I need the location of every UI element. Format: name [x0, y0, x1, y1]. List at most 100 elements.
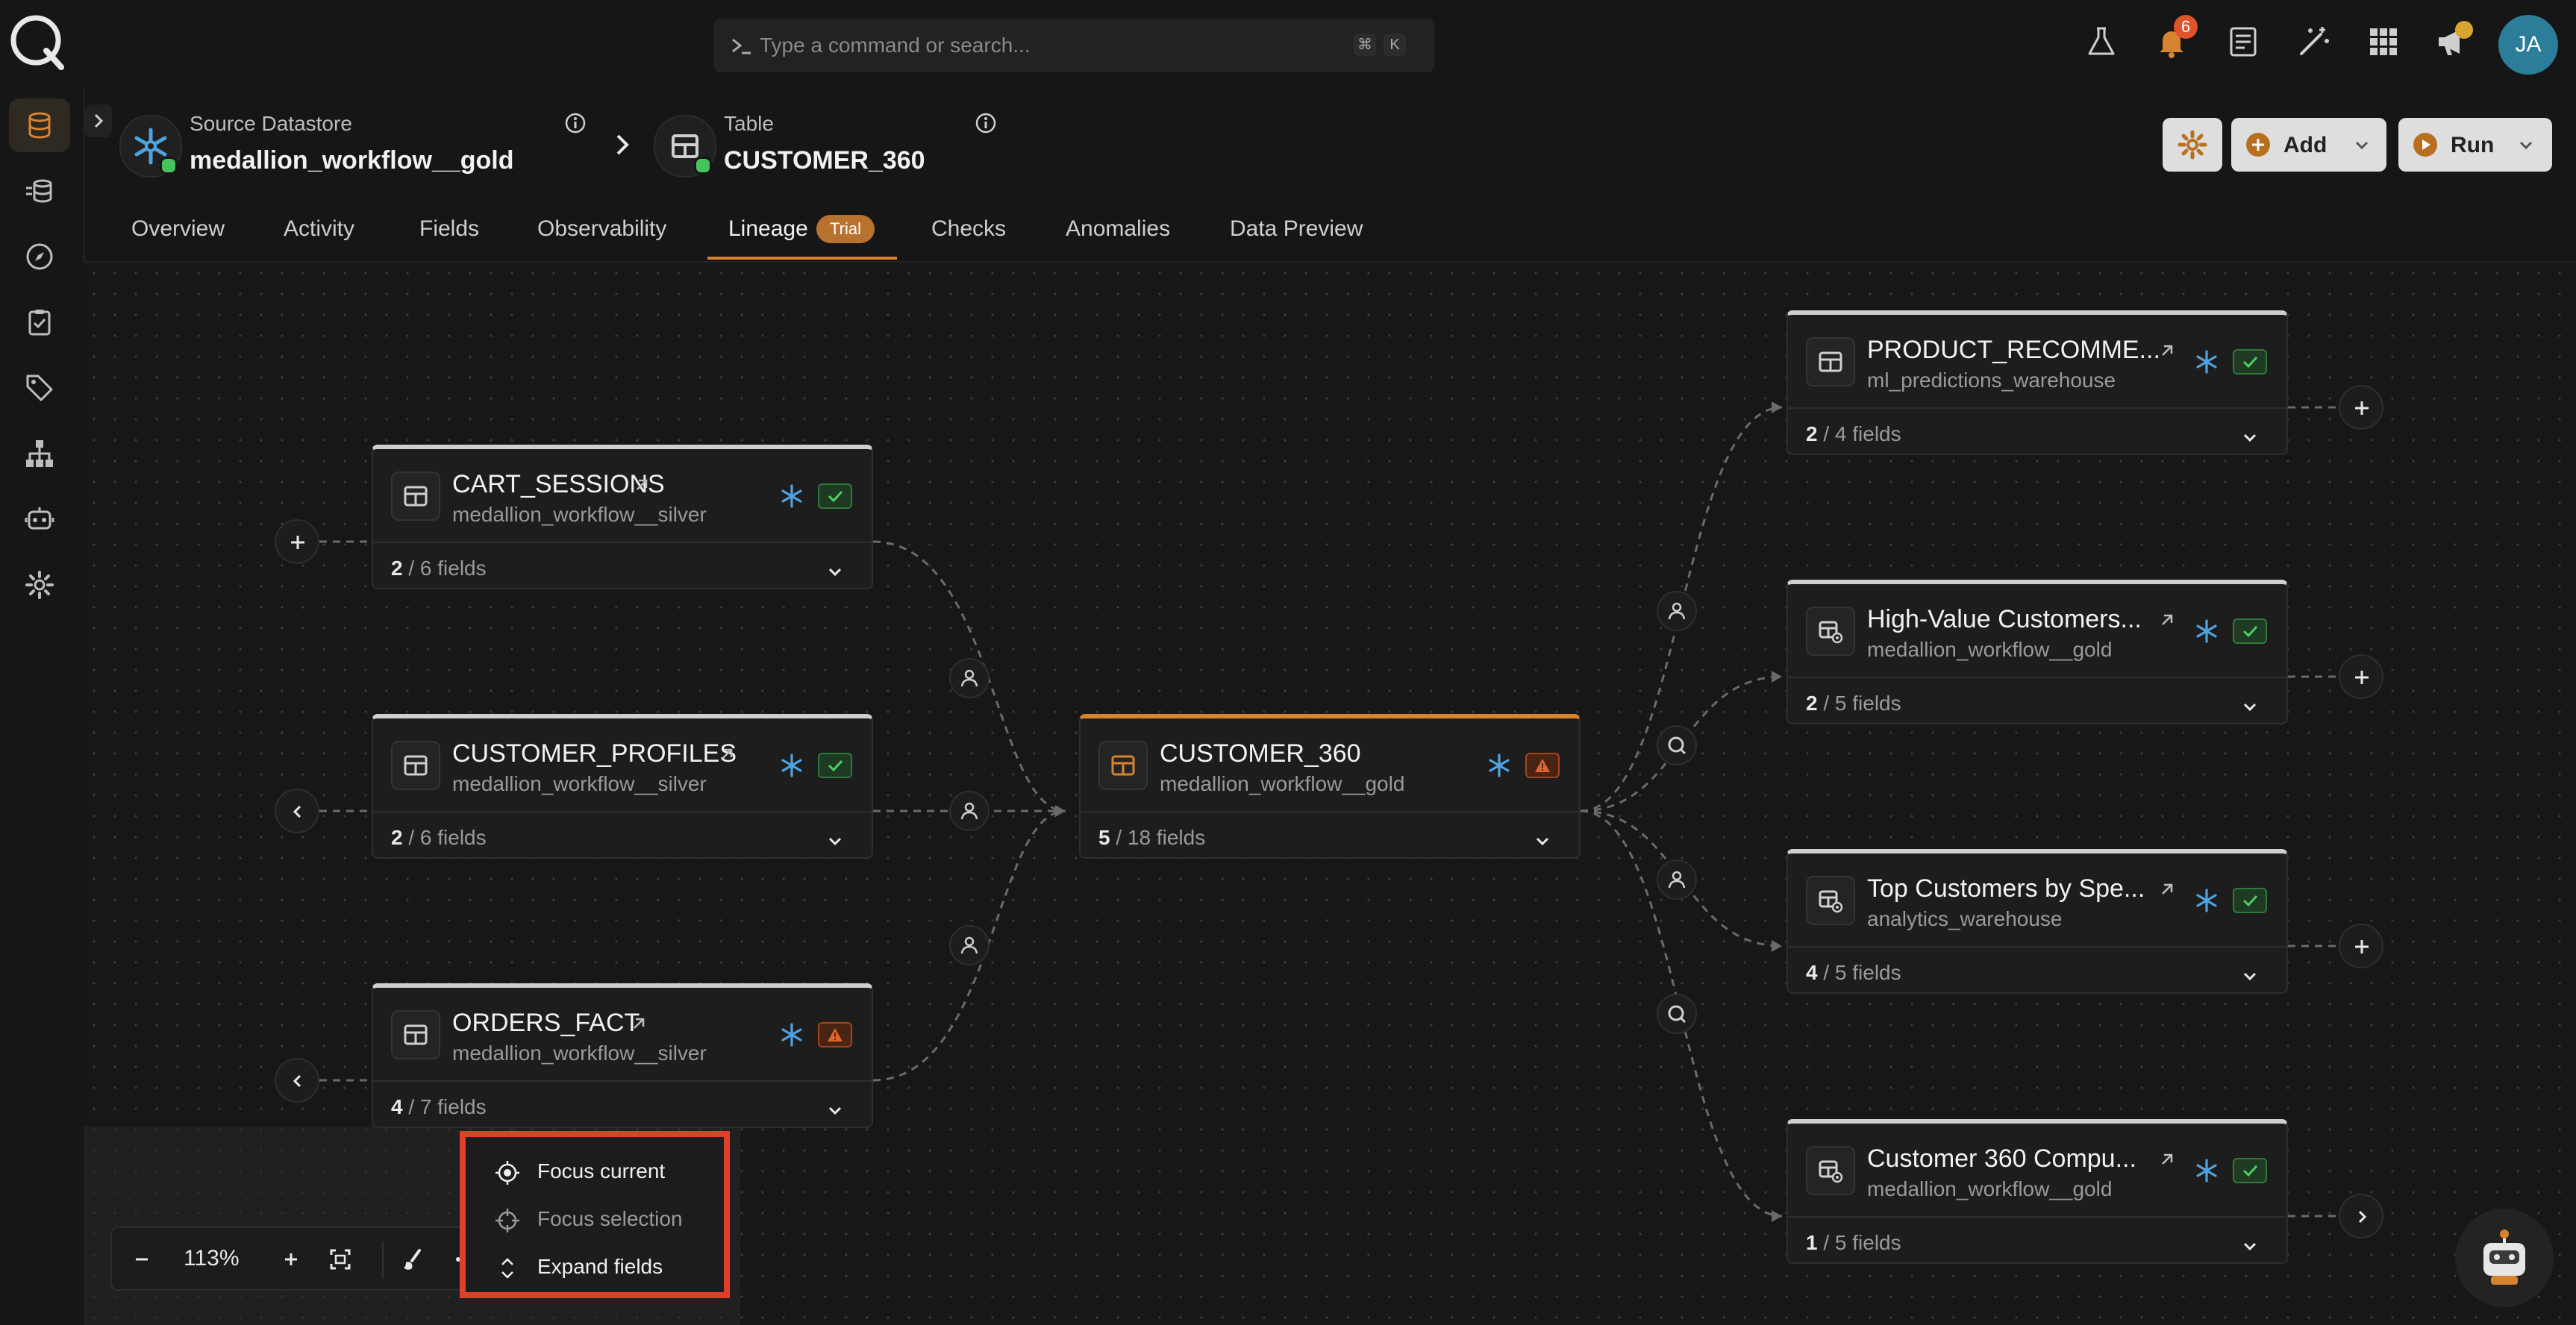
check-status-icon	[818, 753, 852, 778]
settings-button[interactable]	[2163, 118, 2222, 172]
tab-lineage[interactable]: Lineage	[728, 216, 808, 242]
chevron-down-icon[interactable]	[824, 561, 846, 583]
command-search-bar[interactable]: Type a command or search... ⌘ K	[713, 19, 1434, 72]
user-avatar[interactable]: JA	[2498, 15, 2558, 75]
lineage-node-upstream[interactable]: CART_SESSIONS medallion_workflow__silver 2…	[372, 445, 873, 589]
open-link-icon[interactable]	[628, 1013, 649, 1034]
open-link-icon[interactable]	[631, 474, 652, 495]
lineage-user-badge[interactable]	[1657, 859, 1697, 900]
sidebar-item-enrichment[interactable]	[9, 164, 70, 218]
snowflake-icon	[2194, 618, 2219, 644]
fields-total: / 5 fields	[1817, 1231, 1901, 1254]
open-link-icon[interactable]	[2157, 1149, 2178, 1170]
expand-downstream-button[interactable]	[2339, 385, 2383, 430]
tab-observability[interactable]: Observability	[537, 216, 666, 242]
run-button[interactable]: Run	[2398, 118, 2552, 172]
lineage-node-upstream[interactable]: CUSTOMER_PROFILES medallion_workflow__sil…	[372, 714, 873, 859]
notification-count-badge: 6	[2174, 15, 2198, 39]
zoom-out-icon[interactable]	[125, 1243, 158, 1276]
node-fields-count: 5 / 18 fields	[1098, 826, 1205, 850]
user-icon	[960, 936, 978, 954]
expand-downstream-button[interactable]	[2339, 654, 2383, 699]
fields-total: / 6 fields	[402, 557, 487, 580]
sidebar-item-tags[interactable]	[9, 361, 70, 415]
open-link-icon[interactable]	[2157, 340, 2178, 361]
chevron-down-icon[interactable]	[2239, 965, 2261, 988]
lineage-user-badge[interactable]	[949, 791, 990, 831]
tag-icon	[26, 375, 53, 401]
sidebar-item-agent[interactable]	[9, 492, 70, 546]
info-icon[interactable]	[564, 112, 587, 134]
lineage-canvas[interactable]: CART_SESSIONS medallion_workflow__silver 2…	[84, 263, 2576, 1325]
collapse-downstream-button[interactable]	[2339, 1194, 2383, 1238]
magic-wand-icon[interactable]	[2295, 24, 2331, 60]
document-icon[interactable]	[2225, 24, 2261, 60]
compass-icon	[26, 243, 53, 270]
app-logo[interactable]	[7, 12, 67, 72]
chevron-down-icon[interactable]	[2239, 427, 2261, 449]
sidebar-item-explore[interactable]	[9, 230, 70, 284]
node-datastore: medallion_workflow__silver	[452, 772, 707, 795]
chevron-down-icon[interactable]	[2239, 696, 2261, 718]
fit-view-icon[interactable]	[324, 1243, 357, 1276]
open-link-icon[interactable]	[716, 744, 737, 765]
datastore-name[interactable]: medallion_workflow__gold	[190, 146, 514, 175]
lineage-node-current[interactable]: CUSTOMER_360 medallion_workflow__gold 5 / …	[1079, 714, 1581, 859]
check-status-icon	[2233, 618, 2267, 644]
lineage-user-badge[interactable]	[1657, 591, 1697, 631]
node-fields-count: 4 / 5 fields	[1806, 961, 1901, 985]
chevron-down-icon[interactable]	[1531, 830, 1554, 853]
sidebar-expand-button[interactable]	[85, 104, 112, 137]
fields-total: / 4 fields	[1817, 422, 1901, 445]
lineage-node-downstream[interactable]: High-Value Customers... medallion_workflo…	[1786, 580, 2288, 724]
sidebar-item-hierarchy[interactable]	[9, 427, 70, 480]
sidebar-item-datastores[interactable]	[9, 98, 70, 152]
chevron-right-icon	[2358, 1210, 2367, 1224]
expand-downstream-button[interactable]	[2339, 924, 2383, 968]
expand-upstream-button[interactable]	[275, 519, 319, 564]
table-icon	[391, 741, 440, 790]
lineage-user-badge[interactable]	[949, 658, 990, 698]
open-link-icon[interactable]	[2157, 879, 2178, 900]
assistant-bot-button[interactable]	[2455, 1209, 2554, 1307]
chevron-down-icon[interactable]	[824, 1100, 846, 1122]
node-title: Top Customers by Spe...	[1867, 874, 2145, 903]
tab-checks[interactable]: Checks	[931, 216, 1006, 242]
lineage-qualytics-badge[interactable]	[1657, 725, 1697, 765]
user-icon	[1668, 602, 1686, 620]
plus-icon	[2355, 671, 2369, 684]
tab-fields[interactable]: Fields	[419, 216, 479, 242]
add-button[interactable]: Add	[2231, 118, 2386, 172]
collapse-upstream-button[interactable]	[275, 789, 319, 833]
brush-icon[interactable]	[397, 1243, 430, 1276]
chevron-down-icon[interactable]	[2239, 1235, 2261, 1258]
lineage-node-downstream[interactable]: Customer 360 Compu... medallion_workflow_…	[1786, 1119, 2288, 1264]
info-icon[interactable]	[975, 112, 997, 134]
node-divider	[1788, 946, 2286, 947]
lineage-node-downstream[interactable]: PRODUCT_RECOMME... ml_predictions_warehou…	[1786, 310, 2288, 455]
lineage-qualytics-badge[interactable]	[1657, 994, 1697, 1034]
open-link-icon[interactable]	[2157, 610, 2178, 630]
sidebar-item-settings[interactable]	[9, 558, 70, 612]
chevron-down-icon[interactable]	[824, 830, 846, 853]
apps-grid-icon[interactable]	[2366, 24, 2401, 60]
tab-activity[interactable]: Activity	[284, 216, 354, 242]
sidebar-item-checks[interactable]	[9, 295, 70, 349]
check-status-icon	[818, 483, 852, 509]
lineage-node-upstream[interactable]: ORDERS_FACT medallion_workflow__silver 4 /…	[372, 983, 873, 1128]
fields-total: / 6 fields	[402, 826, 487, 849]
fields-shown: 4	[391, 1095, 403, 1118]
node-datastore: medallion_workflow__silver	[452, 1041, 707, 1065]
flask-icon[interactable]	[2083, 24, 2119, 60]
lineage-node-downstream[interactable]: Top Customers by Spe... analytics_warehou…	[1786, 849, 2288, 994]
zoom-toolbar-divider	[382, 1241, 384, 1279]
zoom-in-icon[interactable]	[275, 1243, 307, 1276]
tab-data-preview[interactable]: Data Preview	[1230, 216, 1363, 242]
collapse-upstream-button[interactable]	[275, 1058, 319, 1103]
chevron-down-icon	[2355, 141, 2369, 150]
tab-overview[interactable]: Overview	[131, 216, 225, 242]
expand-vertical-icon	[501, 1258, 513, 1279]
tab-anomalies[interactable]: Anomalies	[1066, 216, 1170, 242]
lineage-user-badge[interactable]	[949, 925, 990, 965]
add-button-label: Add	[2283, 133, 2328, 157]
